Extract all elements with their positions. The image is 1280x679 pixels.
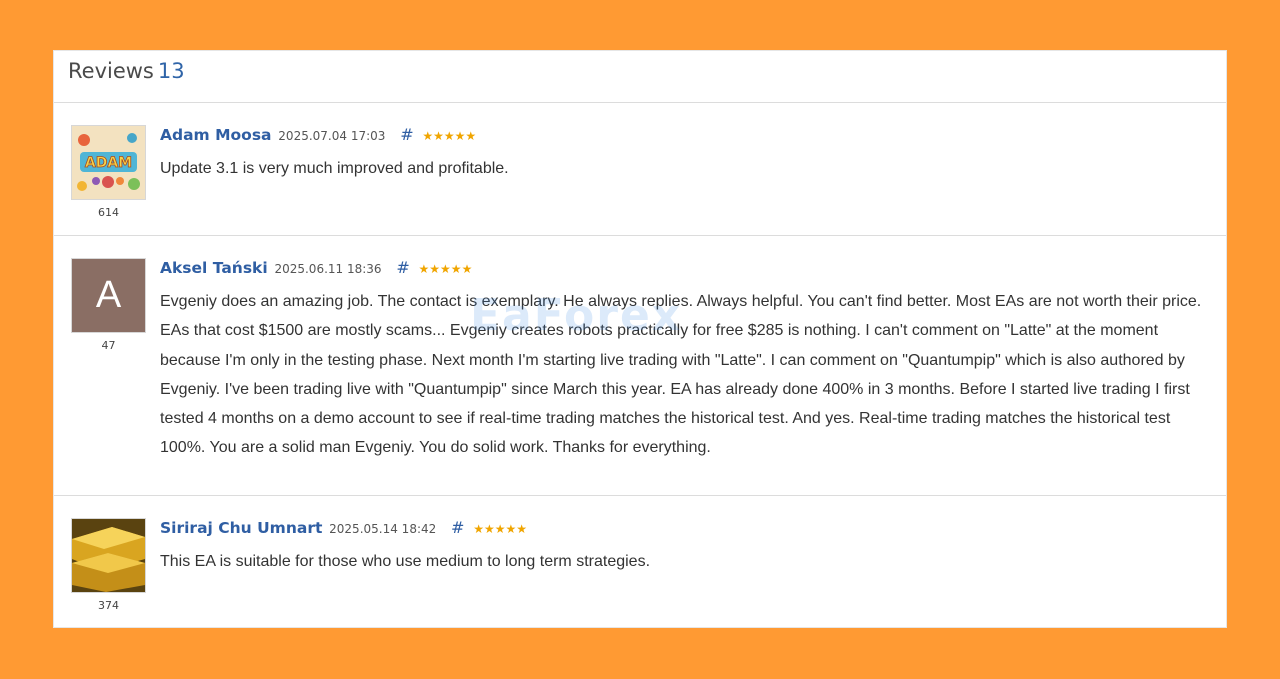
author-rating: 374: [98, 599, 119, 612]
review-item: 374 Siriraj Chu Umnart 2025.05.14 18:42 …: [54, 496, 1226, 629]
author-rating: 614: [98, 206, 119, 219]
review-meta: Siriraj Chu Umnart 2025.05.14 18:42 # ★★…: [160, 518, 1220, 539]
author-avatar-column: ADAM 614: [70, 125, 147, 219]
review-date: 2025.05.14 18:42: [329, 522, 437, 536]
reviews-count[interactable]: 13: [158, 59, 185, 83]
star-rating-icon: ★★★★★: [473, 522, 528, 536]
review-meta: Aksel Tański 2025.06.11 18:36 # ★★★★★: [160, 258, 1220, 279]
author-name[interactable]: Aksel Tański: [160, 259, 268, 277]
avatar[interactable]: A: [71, 258, 146, 333]
gold-bars-avatar-icon: [72, 519, 145, 592]
review-date: 2025.07.04 17:03: [278, 129, 386, 143]
review-body: Aksel Tański 2025.06.11 18:36 # ★★★★★ Ev…: [160, 258, 1220, 463]
author-avatar-column: 374: [70, 518, 147, 612]
review-meta: Adam Moosa 2025.07.04 17:03 # ★★★★★: [160, 125, 1220, 146]
adam-avatar-icon: ADAM: [72, 126, 145, 199]
star-rating-icon: ★★★★★: [418, 262, 473, 276]
review-text: Evgeniy does an amazing job. The contact…: [160, 293, 1202, 457]
permalink-hash[interactable]: #: [451, 518, 464, 537]
avatar-letter: A: [95, 274, 122, 316]
review-text: This EA is suitable for those who use me…: [160, 553, 651, 570]
avatar[interactable]: [71, 518, 146, 593]
author-name[interactable]: Siriraj Chu Umnart: [160, 519, 322, 537]
author-rating: 47: [101, 339, 116, 352]
reviews-title: Reviews: [68, 59, 154, 83]
review-item: A 47 Aksel Tański 2025.06.11 18:36 # ★★★…: [54, 236, 1226, 496]
author-name[interactable]: Adam Moosa: [160, 126, 272, 144]
avatar[interactable]: ADAM: [71, 125, 146, 200]
review-date: 2025.06.11 18:36: [274, 262, 382, 276]
permalink-hash[interactable]: #: [396, 258, 409, 277]
review-item: ADAM 614 Adam Moosa 2025.07.04 17:03 # ★…: [54, 103, 1226, 236]
reviews-header: Reviews 13: [54, 51, 1226, 103]
star-rating-icon: ★★★★★: [422, 129, 477, 143]
svg-text:ADAM: ADAM: [85, 155, 132, 171]
permalink-hash[interactable]: #: [400, 125, 413, 144]
review-text: Update 3.1 is very much improved and pro…: [160, 160, 509, 177]
review-body: Siriraj Chu Umnart 2025.05.14 18:42 # ★★…: [160, 518, 1220, 576]
author-avatar-column: A 47: [70, 258, 147, 352]
review-body: Adam Moosa 2025.07.04 17:03 # ★★★★★ Upda…: [160, 125, 1220, 183]
reviews-panel: Reviews 13 ADAM 614 Adam Moosa 2025.07.0…: [53, 50, 1227, 628]
